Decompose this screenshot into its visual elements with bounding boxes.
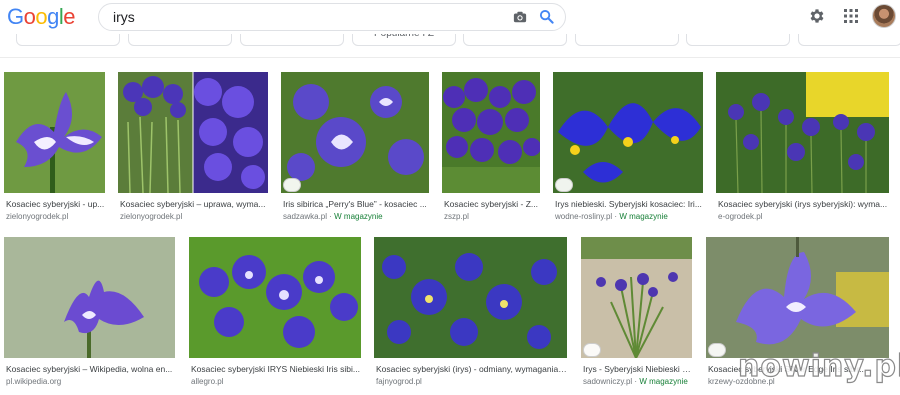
image-result[interactable]: Kosaciec syberyjski – uprawa, wyma... zi… <box>118 72 268 222</box>
apps-grid-icon[interactable] <box>844 9 858 23</box>
image-result[interactable]: Irys - Syberyjski Niebieski -... sadowni… <box>581 237 692 387</box>
related-chip[interactable] <box>463 34 567 46</box>
result-caption[interactable]: Kosaciec syberyjski IRYS Niebieski Iris … <box>191 364 361 375</box>
result-caption[interactable]: Kosaciec syberyjski – Wikipedia, wolna e… <box>6 364 175 375</box>
result-source: fajnyogrod.pl <box>376 377 422 386</box>
result-source: sadowniczy.pl · W magazynie <box>583 377 688 386</box>
result-source: zielonyogrodek.pl <box>120 212 183 221</box>
iris-thumbnail[interactable] <box>706 237 889 358</box>
result-source: zielonyogrodek.pl <box>6 212 69 221</box>
top-bar: Google <box>0 0 900 34</box>
result-caption[interactable]: Kosaciec syberyjski (irys) - odmiany, wy… <box>376 364 567 375</box>
related-chip[interactable]: Popularne I Z <box>352 34 456 46</box>
result-caption[interactable]: Kosaciec syberyjski - up... <box>6 199 105 210</box>
result-source: allegro.pl <box>191 377 224 386</box>
gear-icon[interactable] <box>808 7 826 25</box>
related-chip[interactable] <box>240 34 344 46</box>
image-result[interactable]: Irys niebieski. Syberyjski kosaciec: Iri… <box>553 72 703 222</box>
related-chip[interactable] <box>798 34 900 46</box>
camera-icon[interactable] <box>513 10 527 24</box>
result-source: sadzawka.pl · W magazynie <box>283 212 383 221</box>
iris-thumbnail[interactable] <box>118 72 268 193</box>
iris-thumbnail[interactable] <box>4 72 105 193</box>
image-result[interactable]: Kosaciec syberyjski (irys syberyjski): w… <box>716 72 889 222</box>
result-source: wodne-rosliny.pl · W magazynie <box>555 212 668 221</box>
avatar[interactable] <box>872 4 896 28</box>
image-result[interactable]: Kosaciec syberyjski - Z... zszp.pl <box>442 72 540 222</box>
result-caption[interactable]: Irys niebieski. Syberyjski kosaciec: Iri… <box>555 199 703 210</box>
result-caption[interactable]: Kosaciec syberyjski – uprawa, wyma... <box>120 199 268 210</box>
iris-thumbnail[interactable] <box>189 237 361 358</box>
result-caption[interactable]: Iris sibirica „Perry's Blue” - kosaciec … <box>283 199 429 210</box>
related-chip[interactable] <box>128 34 232 46</box>
watermark-logo: nowiny.pl <box>737 348 900 384</box>
iris-thumbnail[interactable] <box>553 72 703 193</box>
result-source: pl.wikipedia.org <box>6 377 62 386</box>
iris-thumbnail[interactable] <box>581 237 692 358</box>
related-chip[interactable] <box>686 34 790 46</box>
image-result[interactable]: Iris sibirica „Perry's Blue” - kosaciec … <box>281 72 429 222</box>
iris-thumbnail[interactable] <box>374 237 567 358</box>
shopping-tag-icon <box>555 178 573 192</box>
shopping-tag-icon <box>583 343 601 357</box>
result-source: e-ogrodek.pl <box>718 212 763 221</box>
google-logo[interactable]: Google <box>7 4 76 30</box>
image-result[interactable]: Kosaciec syberyjski - up... zielonyogrod… <box>4 72 105 222</box>
iris-thumbnail[interactable] <box>281 72 429 193</box>
related-chip[interactable] <box>575 34 679 46</box>
iris-thumbnail[interactable] <box>442 72 540 193</box>
search-input[interactable] <box>113 4 493 30</box>
image-result[interactable]: Kosaciec syberyjski – Wikipedia, wolna e… <box>4 237 175 387</box>
iris-thumbnail[interactable] <box>4 237 175 358</box>
result-caption[interactable]: Kosaciec syberyjski - Z... <box>444 199 540 210</box>
search-box <box>98 3 566 31</box>
shopping-tag-icon <box>283 178 301 192</box>
result-source: zszp.pl <box>444 212 469 221</box>
result-caption[interactable]: Kosaciec syberyjski (irys syberyjski): w… <box>718 199 889 210</box>
image-result[interactable]: Kosaciec syberyjski IRYS Niebieski Iris … <box>189 237 361 387</box>
image-result[interactable]: Kosaciec syberyjski (irys) - odmiany, wy… <box>374 237 567 387</box>
related-chip[interactable] <box>16 34 120 46</box>
iris-thumbnail[interactable] <box>716 72 889 193</box>
shopping-tag-icon <box>708 343 726 357</box>
result-caption[interactable]: Irys - Syberyjski Niebieski -... <box>583 364 692 375</box>
search-icon[interactable] <box>539 9 554 24</box>
related-chips-row: Popularne I Z <box>0 34 900 58</box>
